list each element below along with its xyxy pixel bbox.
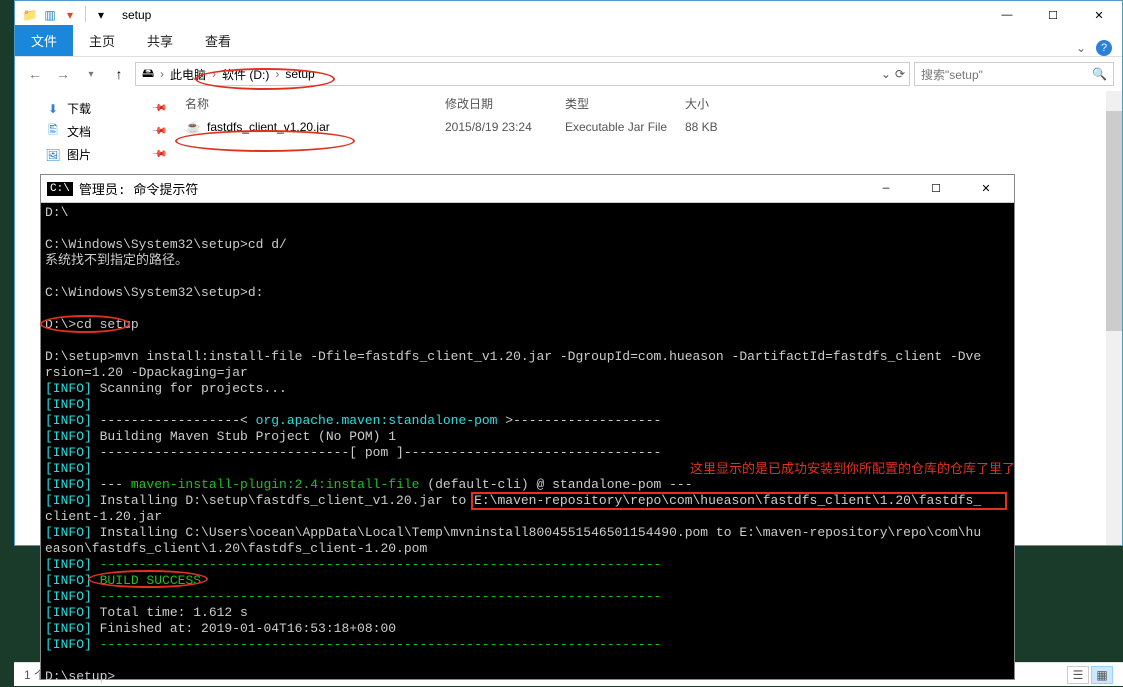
- sidebar-item-documents[interactable]: 🖺文档📌: [15, 120, 175, 143]
- folder-icon: 📁: [21, 6, 39, 24]
- cmd-maximize-button[interactable]: ☐: [914, 175, 958, 203]
- cmd-title-text: 管理员: 命令提示符: [79, 179, 858, 198]
- sidebar-item-pictures[interactable]: 🖼图片📌: [15, 143, 175, 166]
- qat-check-icon[interactable]: ▾: [61, 6, 79, 24]
- maximize-button[interactable]: ☐: [1030, 1, 1076, 29]
- document-icon: 🖺: [45, 124, 61, 140]
- scrollbar-thumb[interactable]: [1106, 111, 1122, 331]
- ribbon: 文件 主页 共享 查看 ⌄ ?: [15, 29, 1122, 57]
- search-placeholder: 搜索"setup": [921, 66, 983, 83]
- minimize-button[interactable]: —: [984, 1, 1030, 29]
- ribbon-tab-share[interactable]: 共享: [131, 25, 189, 56]
- view-large-icon[interactable]: ▦: [1091, 666, 1113, 684]
- drive-icon: 🖴: [140, 66, 156, 82]
- file-type: Executable Jar File: [565, 120, 685, 134]
- pin-icon[interactable]: 📌: [150, 123, 167, 140]
- help-icon[interactable]: ?: [1096, 40, 1112, 56]
- address-dropdown-icon[interactable]: ⌄: [881, 67, 891, 81]
- recent-dropdown-icon[interactable]: ▾: [79, 62, 103, 86]
- pin-icon[interactable]: 📌: [150, 146, 167, 163]
- qat-dropdown-icon[interactable]: ▾: [92, 6, 110, 24]
- file-tab[interactable]: 文件: [15, 25, 73, 56]
- up-button[interactable]: ↑: [107, 62, 131, 86]
- cmd-minimize-button[interactable]: —: [864, 175, 908, 203]
- col-type[interactable]: 类型: [565, 95, 685, 112]
- col-date[interactable]: 修改日期: [445, 95, 565, 112]
- search-input[interactable]: 搜索"setup" 🔍: [914, 62, 1114, 86]
- breadcrumb-item[interactable]: 此电脑: [168, 66, 208, 83]
- cmd-titlebar[interactable]: C:\ 管理员: 命令提示符 — ☐ ✕: [41, 175, 1014, 203]
- cmd-close-button[interactable]: ✕: [964, 175, 1008, 203]
- col-size[interactable]: 大小: [685, 95, 765, 112]
- forward-button: →: [51, 62, 75, 86]
- command-prompt-window: C:\ 管理员: 命令提示符 — ☐ ✕ D:\ C:\Windows\Syst…: [40, 174, 1015, 680]
- chevron-right-icon[interactable]: ›: [273, 67, 281, 81]
- breadcrumb-item[interactable]: 软件 (D:): [220, 66, 271, 83]
- refresh-icon[interactable]: ⟳: [895, 67, 905, 81]
- breadcrumb-item[interactable]: setup: [283, 67, 316, 81]
- ribbon-expand-icon[interactable]: ⌄: [1076, 41, 1086, 55]
- terminal-output[interactable]: D:\ C:\Windows\System32\setup>cd d/系统找不到…: [41, 203, 1014, 687]
- pin-icon[interactable]: 📌: [150, 100, 167, 117]
- close-button[interactable]: ✕: [1076, 1, 1122, 29]
- file-date: 2015/8/19 23:24: [445, 120, 565, 134]
- ribbon-tab-view[interactable]: 查看: [189, 25, 247, 56]
- ribbon-tab-home[interactable]: 主页: [73, 25, 131, 56]
- picture-icon: 🖼: [45, 147, 61, 163]
- file-row[interactable]: ☕ fastdfs_client_v1.20.jar 2015/8/19 23:2…: [175, 116, 1122, 138]
- column-headers[interactable]: 名称 修改日期 类型 大小: [175, 91, 1122, 116]
- sidebar-item-downloads[interactable]: ⬇下载📌: [15, 97, 175, 120]
- address-bar-row: ← → ▾ ↑ 🖴 › 此电脑 › 软件 (D:) › setup ⌄ ⟳ 搜索…: [15, 57, 1122, 91]
- breadcrumb[interactable]: 🖴 › 此电脑 › 软件 (D:) › setup ⌄ ⟳: [135, 62, 910, 86]
- back-button[interactable]: ←: [23, 62, 47, 86]
- chevron-right-icon[interactable]: ›: [158, 67, 166, 81]
- window-title: setup: [116, 8, 984, 22]
- view-details-icon[interactable]: ☰: [1067, 666, 1089, 684]
- file-name: fastdfs_client_v1.20.jar: [207, 120, 330, 134]
- scrollbar[interactable]: [1106, 91, 1122, 545]
- qat-properties-icon[interactable]: ▥: [41, 6, 59, 24]
- download-icon: ⬇: [45, 101, 61, 117]
- chevron-right-icon[interactable]: ›: [210, 67, 218, 81]
- search-icon[interactable]: 🔍: [1092, 67, 1107, 81]
- jar-icon: ☕: [185, 119, 201, 135]
- file-size: 88 KB: [685, 120, 765, 134]
- col-name[interactable]: 名称: [185, 95, 445, 112]
- cmd-icon: C:\: [47, 182, 73, 196]
